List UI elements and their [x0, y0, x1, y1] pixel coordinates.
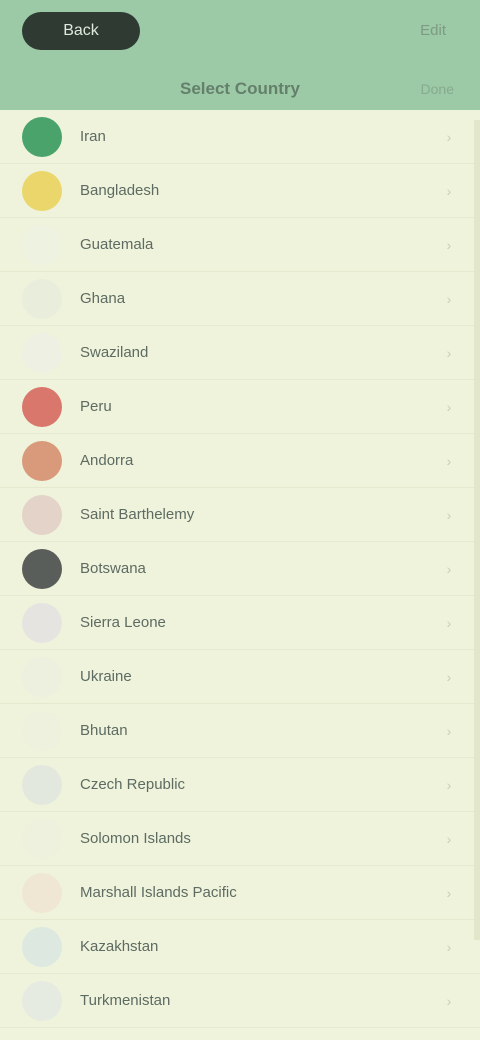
country-name: Solomon Islands [80, 830, 191, 847]
country-name: Bhutan [80, 722, 128, 739]
country-name: Botswana [80, 560, 146, 577]
flag-icon [22, 981, 62, 1021]
flag-icon [22, 117, 62, 157]
country-name: Guatemala [80, 236, 154, 253]
chevron-right-icon: › [446, 453, 452, 469]
list-item[interactable]: Saint Barthelemy › [0, 488, 480, 542]
chevron-right-icon: › [446, 237, 452, 253]
country-list: Iran › Bangladesh › Guatemala › Ghana › Swazilan… [0, 110, 480, 1040]
country-name: Andorra [80, 452, 134, 469]
flag-icon [22, 711, 62, 751]
list-item[interactable]: Andorra › [0, 434, 480, 488]
chevron-right-icon: › [446, 291, 452, 307]
country-name: Bangladesh [80, 182, 160, 199]
country-name: Peru [80, 398, 112, 415]
list-item[interactable]: Iran › [0, 110, 480, 164]
flag-icon [22, 765, 62, 805]
flag-icon [22, 819, 62, 859]
country-name: Iran [80, 128, 106, 145]
country-name: Marshall Islands Pacific [80, 884, 237, 901]
app-header: Back Edit Select Country Done [0, 0, 480, 110]
edit-action[interactable]: Edit [420, 20, 446, 42]
done-action[interactable]: Done [421, 78, 454, 100]
flag-icon [22, 279, 62, 319]
list-item[interactable]: Ghana › [0, 272, 480, 326]
list-item[interactable]: Swaziland › [0, 326, 480, 380]
list-item[interactable]: Marshall Islands Pacific › [0, 866, 480, 920]
chevron-right-icon: › [446, 399, 452, 415]
chevron-right-icon: › [446, 615, 452, 631]
chevron-right-icon: › [446, 885, 452, 901]
list-item[interactable]: Peru › [0, 380, 480, 434]
chevron-right-icon: › [446, 561, 452, 577]
chevron-right-icon: › [446, 939, 452, 955]
flag-icon [22, 495, 62, 535]
chevron-right-icon: › [446, 669, 452, 685]
list-item[interactable]: Bhutan › [0, 704, 480, 758]
country-name: Kazakhstan [80, 938, 159, 955]
scrollbar[interactable] [474, 120, 480, 940]
flag-icon [22, 873, 62, 913]
chevron-right-icon: › [446, 831, 452, 847]
flag-icon [22, 603, 62, 643]
list-item[interactable]: Kazakhstan › [0, 920, 480, 974]
chevron-right-icon: › [446, 129, 452, 145]
country-name: Swaziland [80, 344, 149, 361]
flag-icon [22, 333, 62, 373]
chevron-right-icon: › [446, 993, 452, 1009]
chevron-right-icon: › [446, 345, 452, 361]
country-name: Ghana [80, 290, 126, 307]
country-name: Ukraine [80, 668, 132, 685]
country-name: Sierra Leone [80, 614, 166, 631]
chevron-right-icon: › [446, 507, 452, 523]
country-name: Saint Barthelemy [80, 506, 195, 523]
flag-icon [22, 549, 62, 589]
list-item[interactable]: Sierra Leone › [0, 596, 480, 650]
flag-icon [22, 171, 62, 211]
flag-icon [22, 225, 62, 265]
flag-icon [22, 657, 62, 697]
list-item[interactable]: Botswana › [0, 542, 480, 596]
chevron-right-icon: › [446, 723, 452, 739]
page-title: Select Country [180, 79, 300, 98]
chevron-right-icon: › [446, 183, 452, 199]
chevron-right-icon: › [446, 777, 452, 793]
flag-icon [22, 927, 62, 967]
list-item[interactable]: Turkmenistan › [0, 974, 480, 1028]
list-item[interactable]: Czech Republic › [0, 758, 480, 812]
country-name: Turkmenistan [80, 992, 171, 1009]
back-button[interactable]: Back [22, 12, 140, 50]
country-name: Czech Republic [80, 776, 186, 793]
list-item[interactable]: Solomon Islands › [0, 812, 480, 866]
list-item[interactable]: Ukraine › [0, 650, 480, 704]
list-item[interactable]: Bangladesh › [0, 164, 480, 218]
list-item[interactable]: Guatemala › [0, 218, 480, 272]
flag-icon [22, 441, 62, 481]
flag-icon [22, 387, 62, 427]
